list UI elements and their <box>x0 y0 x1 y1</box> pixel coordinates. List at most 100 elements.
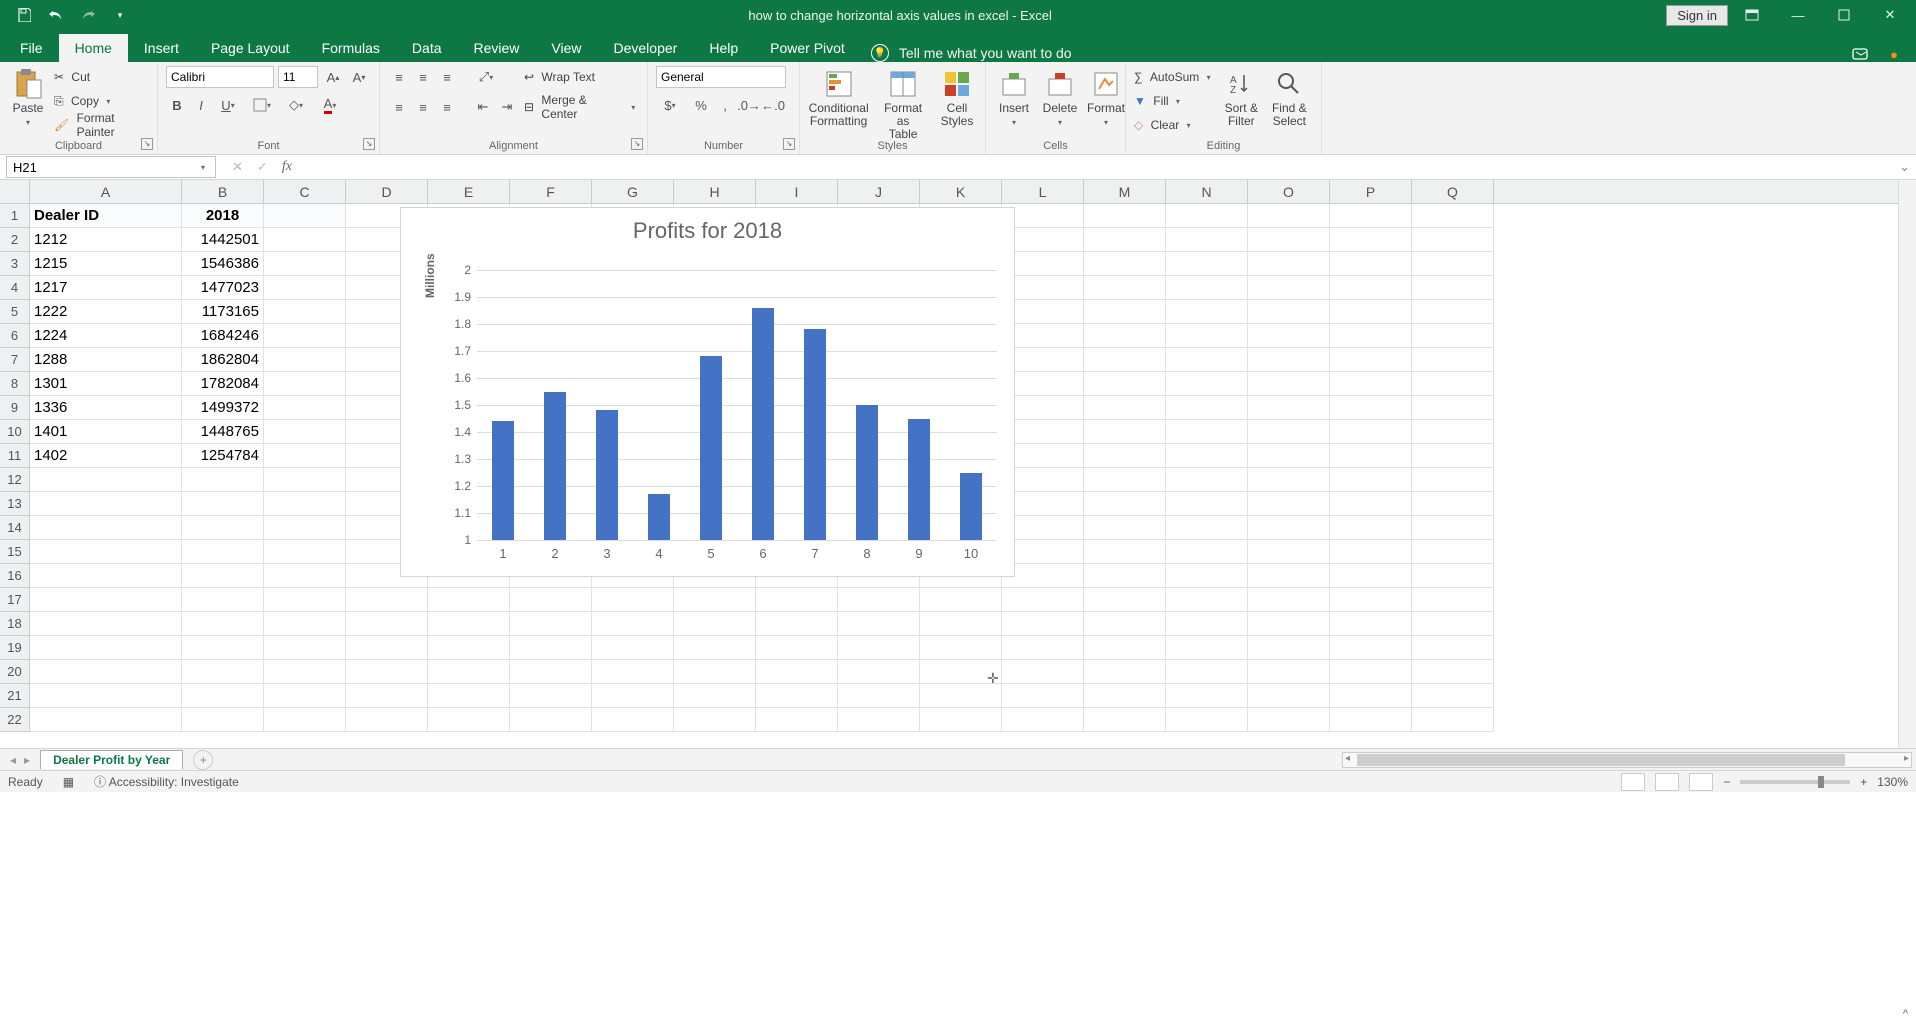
fx-icon[interactable]: fx <box>282 159 292 175</box>
cell[interactable] <box>1248 588 1330 612</box>
cell[interactable] <box>428 612 510 636</box>
number-format-select[interactable] <box>656 66 786 88</box>
cell[interactable] <box>1248 420 1330 444</box>
chart-title[interactable]: Profits for 2018 <box>401 208 1014 250</box>
cell[interactable] <box>264 492 346 516</box>
cell[interactable] <box>756 612 838 636</box>
row-header[interactable]: 3 <box>0 252 30 276</box>
cell[interactable] <box>510 660 592 684</box>
tab-formulas[interactable]: Formulas <box>306 34 396 62</box>
cell[interactable] <box>1412 612 1494 636</box>
tell-me-search[interactable]: 💡 Tell me what you want to do <box>871 44 1072 62</box>
tab-insert[interactable]: Insert <box>128 34 195 62</box>
worksheet-grid[interactable]: ABCDEFGHIJKLMNOPQ 1234567891011121314151… <box>0 180 1916 748</box>
cell[interactable] <box>264 564 346 588</box>
col-header[interactable]: H <box>674 180 756 203</box>
horizontal-scrollbar[interactable]: ◂ ▸ <box>1342 752 1912 768</box>
cell[interactable] <box>592 684 674 708</box>
cell[interactable] <box>30 588 182 612</box>
cell[interactable] <box>592 708 674 732</box>
cell[interactable] <box>182 564 264 588</box>
cell[interactable] <box>428 660 510 684</box>
cell[interactable] <box>1248 204 1330 228</box>
cell[interactable] <box>30 684 182 708</box>
cell[interactable] <box>920 684 1002 708</box>
col-header[interactable]: A <box>30 180 182 203</box>
add-sheet-button[interactable]: + <box>193 750 213 770</box>
cell[interactable] <box>264 324 346 348</box>
bar[interactable] <box>804 329 826 540</box>
row-header[interactable]: 21 <box>0 684 30 708</box>
col-header[interactable]: F <box>510 180 592 203</box>
cell[interactable] <box>1248 684 1330 708</box>
zoom-level[interactable]: 130% <box>1877 775 1908 789</box>
cell[interactable] <box>1248 468 1330 492</box>
cell[interactable] <box>592 660 674 684</box>
cell[interactable] <box>264 348 346 372</box>
cell[interactable] <box>1330 708 1412 732</box>
sheet-tab-active[interactable]: Dealer Profit by Year <box>40 750 183 769</box>
align-bottom-icon[interactable]: ≡ <box>436 66 458 88</box>
cell[interactable] <box>346 684 428 708</box>
cell[interactable] <box>182 492 264 516</box>
cell[interactable] <box>182 588 264 612</box>
cell[interactable] <box>920 708 1002 732</box>
cell[interactable] <box>1084 564 1166 588</box>
bar[interactable] <box>908 419 930 541</box>
cell[interactable] <box>1084 516 1166 540</box>
cell[interactable] <box>1166 516 1248 540</box>
cell[interactable] <box>264 468 346 492</box>
cell[interactable] <box>1002 612 1084 636</box>
cell[interactable] <box>1330 252 1412 276</box>
row-header[interactable]: 4 <box>0 276 30 300</box>
cell[interactable] <box>1330 396 1412 420</box>
cell[interactable] <box>428 636 510 660</box>
macro-record-icon[interactable]: ▦ <box>63 775 74 789</box>
cell[interactable] <box>1330 204 1412 228</box>
cancel-formula-icon[interactable]: ✕ <box>232 159 243 175</box>
cell[interactable] <box>838 612 920 636</box>
row-header[interactable]: 2 <box>0 228 30 252</box>
cell[interactable] <box>1166 564 1248 588</box>
row-header[interactable]: 10 <box>0 420 30 444</box>
cell[interactable] <box>592 612 674 636</box>
cell[interactable] <box>1166 444 1248 468</box>
cell[interactable]: 1782084 <box>182 372 264 396</box>
cell[interactable] <box>428 708 510 732</box>
tab-file[interactable]: File <box>4 34 59 62</box>
cell[interactable] <box>674 636 756 660</box>
cell[interactable] <box>1084 588 1166 612</box>
zoom-out-icon[interactable]: − <box>1723 775 1730 789</box>
cell[interactable] <box>1330 660 1412 684</box>
cell[interactable] <box>1248 228 1330 252</box>
cell[interactable] <box>182 540 264 564</box>
redo-icon[interactable] <box>74 3 102 27</box>
cell[interactable] <box>346 636 428 660</box>
cell[interactable] <box>264 588 346 612</box>
cell[interactable] <box>264 660 346 684</box>
cell[interactable] <box>30 708 182 732</box>
cell[interactable] <box>264 252 346 276</box>
comma-icon[interactable]: , <box>714 94 736 116</box>
cell[interactable] <box>1166 300 1248 324</box>
cell[interactable] <box>1248 372 1330 396</box>
cell[interactable] <box>1412 588 1494 612</box>
cell[interactable]: 1499372 <box>182 396 264 420</box>
bar[interactable] <box>648 494 670 540</box>
clipboard-launcher-icon[interactable]: ↘ <box>141 138 153 150</box>
cell[interactable] <box>182 468 264 492</box>
cell[interactable] <box>30 636 182 660</box>
sheet-nav-prev-icon[interactable]: ◂ <box>10 753 16 767</box>
cell[interactable] <box>1248 612 1330 636</box>
select-all-button[interactable] <box>0 180 30 203</box>
row-header[interactable]: 20 <box>0 660 30 684</box>
row-header[interactable]: 13 <box>0 492 30 516</box>
cell[interactable] <box>1084 276 1166 300</box>
cell[interactable] <box>182 660 264 684</box>
bar[interactable] <box>544 392 566 541</box>
number-launcher-icon[interactable]: ↘ <box>783 138 795 150</box>
cell[interactable] <box>838 636 920 660</box>
decrease-decimal-icon[interactable]: ←.0 <box>762 94 784 116</box>
cell[interactable] <box>1166 708 1248 732</box>
col-header[interactable]: P <box>1330 180 1412 203</box>
